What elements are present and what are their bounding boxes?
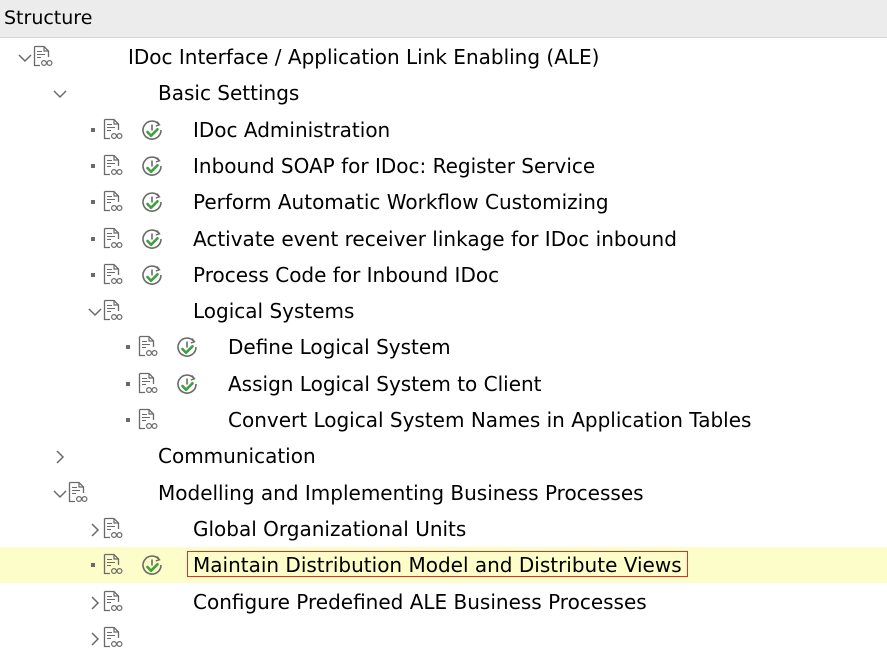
documentation-icon[interactable]	[103, 263, 123, 285]
tree-row[interactable]: Process Code for Inbound IDoc	[0, 257, 887, 293]
tree-node-label[interactable]: IDoc Administration	[193, 118, 390, 142]
tree-row[interactable]: IDoc Administration	[0, 112, 887, 148]
tree-row[interactable]: Logical Systems	[0, 293, 887, 329]
bullet-icon	[126, 381, 130, 386]
tree-node-label[interactable]: Basic Settings	[158, 81, 299, 105]
chevron-down-icon[interactable]	[53, 486, 67, 500]
tree-node-label[interactable]: Convert Logical System Names in Applicat…	[228, 408, 751, 432]
tree-row[interactable]: Perform Automatic Workflow Customizing	[0, 184, 887, 220]
bullet-icon	[91, 236, 95, 241]
tree-node-label[interactable]: IDoc Interface / Application Link Enabli…	[128, 45, 599, 69]
tree-node-label[interactable]: Process Code for Inbound IDoc	[193, 263, 499, 287]
documentation-icon[interactable]	[103, 299, 123, 321]
documentation-icon[interactable]	[103, 590, 123, 612]
bullet-icon	[91, 163, 95, 168]
tree-row[interactable]: Assign Logical System to Client	[0, 366, 887, 402]
documentation-icon[interactable]	[103, 118, 123, 140]
documentation-icon[interactable]	[103, 517, 123, 539]
documentation-icon[interactable]	[68, 481, 88, 503]
documentation-icon[interactable]	[103, 626, 123, 648]
documentation-icon[interactable]	[103, 154, 123, 176]
chevron-right-icon[interactable]	[88, 631, 102, 646]
bullet-icon	[126, 345, 130, 350]
structure-title: Structure	[4, 7, 93, 29]
tree-row[interactable]: Convert Logical System Names in Applicat…	[0, 402, 887, 438]
execute-activity-icon[interactable]	[141, 554, 163, 576]
execute-activity-icon[interactable]	[141, 264, 163, 286]
execute-activity-icon[interactable]	[176, 336, 198, 358]
documentation-icon[interactable]	[138, 372, 158, 394]
documentation-icon[interactable]	[103, 553, 123, 575]
documentation-icon[interactable]	[103, 190, 123, 212]
tree-row[interactable]: Configure Predefined ALE Business Proces…	[0, 584, 887, 620]
chevron-right-icon[interactable]	[88, 522, 102, 537]
execute-activity-icon[interactable]	[141, 155, 163, 177]
tree-row[interactable]: Activate event receiver linkage for IDoc…	[0, 221, 887, 257]
tree-node-label[interactable]: Modelling and Implementing Business Proc…	[158, 481, 644, 505]
execute-activity-icon[interactable]	[141, 191, 163, 213]
documentation-icon[interactable]	[138, 408, 158, 430]
tree-node-label[interactable]: Inbound SOAP for IDoc: Register Service	[193, 154, 595, 178]
bullet-icon	[91, 272, 95, 277]
chevron-down-icon[interactable]	[18, 50, 32, 64]
execute-activity-icon[interactable]	[141, 119, 163, 141]
tree-node-label[interactable]: Activate event receiver linkage for IDoc…	[193, 227, 677, 251]
bullet-icon	[91, 200, 95, 205]
tree-node-label[interactable]: Global Organizational Units	[193, 517, 466, 541]
documentation-icon[interactable]	[33, 45, 53, 67]
tree-row[interactable]: Define Logical System	[0, 329, 887, 365]
chevron-right-icon[interactable]	[88, 595, 102, 610]
tree-row[interactable]: Basic Settings	[0, 75, 887, 111]
tree-row[interactable]: Communication	[0, 438, 887, 474]
chevron-down-icon[interactable]	[53, 86, 67, 100]
tree-row[interactable]: Inbound SOAP for IDoc: Register Service	[0, 148, 887, 184]
tree-row[interactable]: Modelling and Implementing Business Proc…	[0, 475, 887, 511]
tree-row[interactable]	[0, 620, 887, 656]
tree-node-label[interactable]: Configure Predefined ALE Business Proces…	[193, 590, 647, 614]
tree-row[interactable]: Maintain Distribution Model and Distribu…	[0, 547, 887, 584]
tree-node-label[interactable]: Assign Logical System to Client	[228, 372, 542, 396]
tree-row[interactable]: Global Organizational Units	[0, 511, 887, 547]
execute-activity-icon[interactable]	[141, 228, 163, 250]
tree-row[interactable]: IDoc Interface / Application Link Enabli…	[0, 39, 887, 75]
bullet-icon	[91, 127, 95, 132]
bullet-icon	[126, 418, 130, 422]
structure-header: Structure	[0, 0, 887, 38]
tree-node-label[interactable]: Perform Automatic Workflow Customizing	[193, 190, 609, 214]
tree-node-label[interactable]: Communication	[158, 444, 316, 468]
bullet-icon	[91, 563, 95, 568]
tree-node-label[interactable]: Logical Systems	[193, 299, 354, 323]
documentation-icon[interactable]	[138, 335, 158, 357]
tree-node-label[interactable]: Maintain Distribution Model and Distribu…	[193, 553, 682, 577]
documentation-icon[interactable]	[103, 227, 123, 249]
chevron-right-icon[interactable]	[53, 449, 67, 464]
chevron-down-icon[interactable]	[88, 304, 102, 318]
execute-activity-icon[interactable]	[176, 373, 198, 395]
tree-node-label[interactable]: Define Logical System	[228, 335, 451, 359]
